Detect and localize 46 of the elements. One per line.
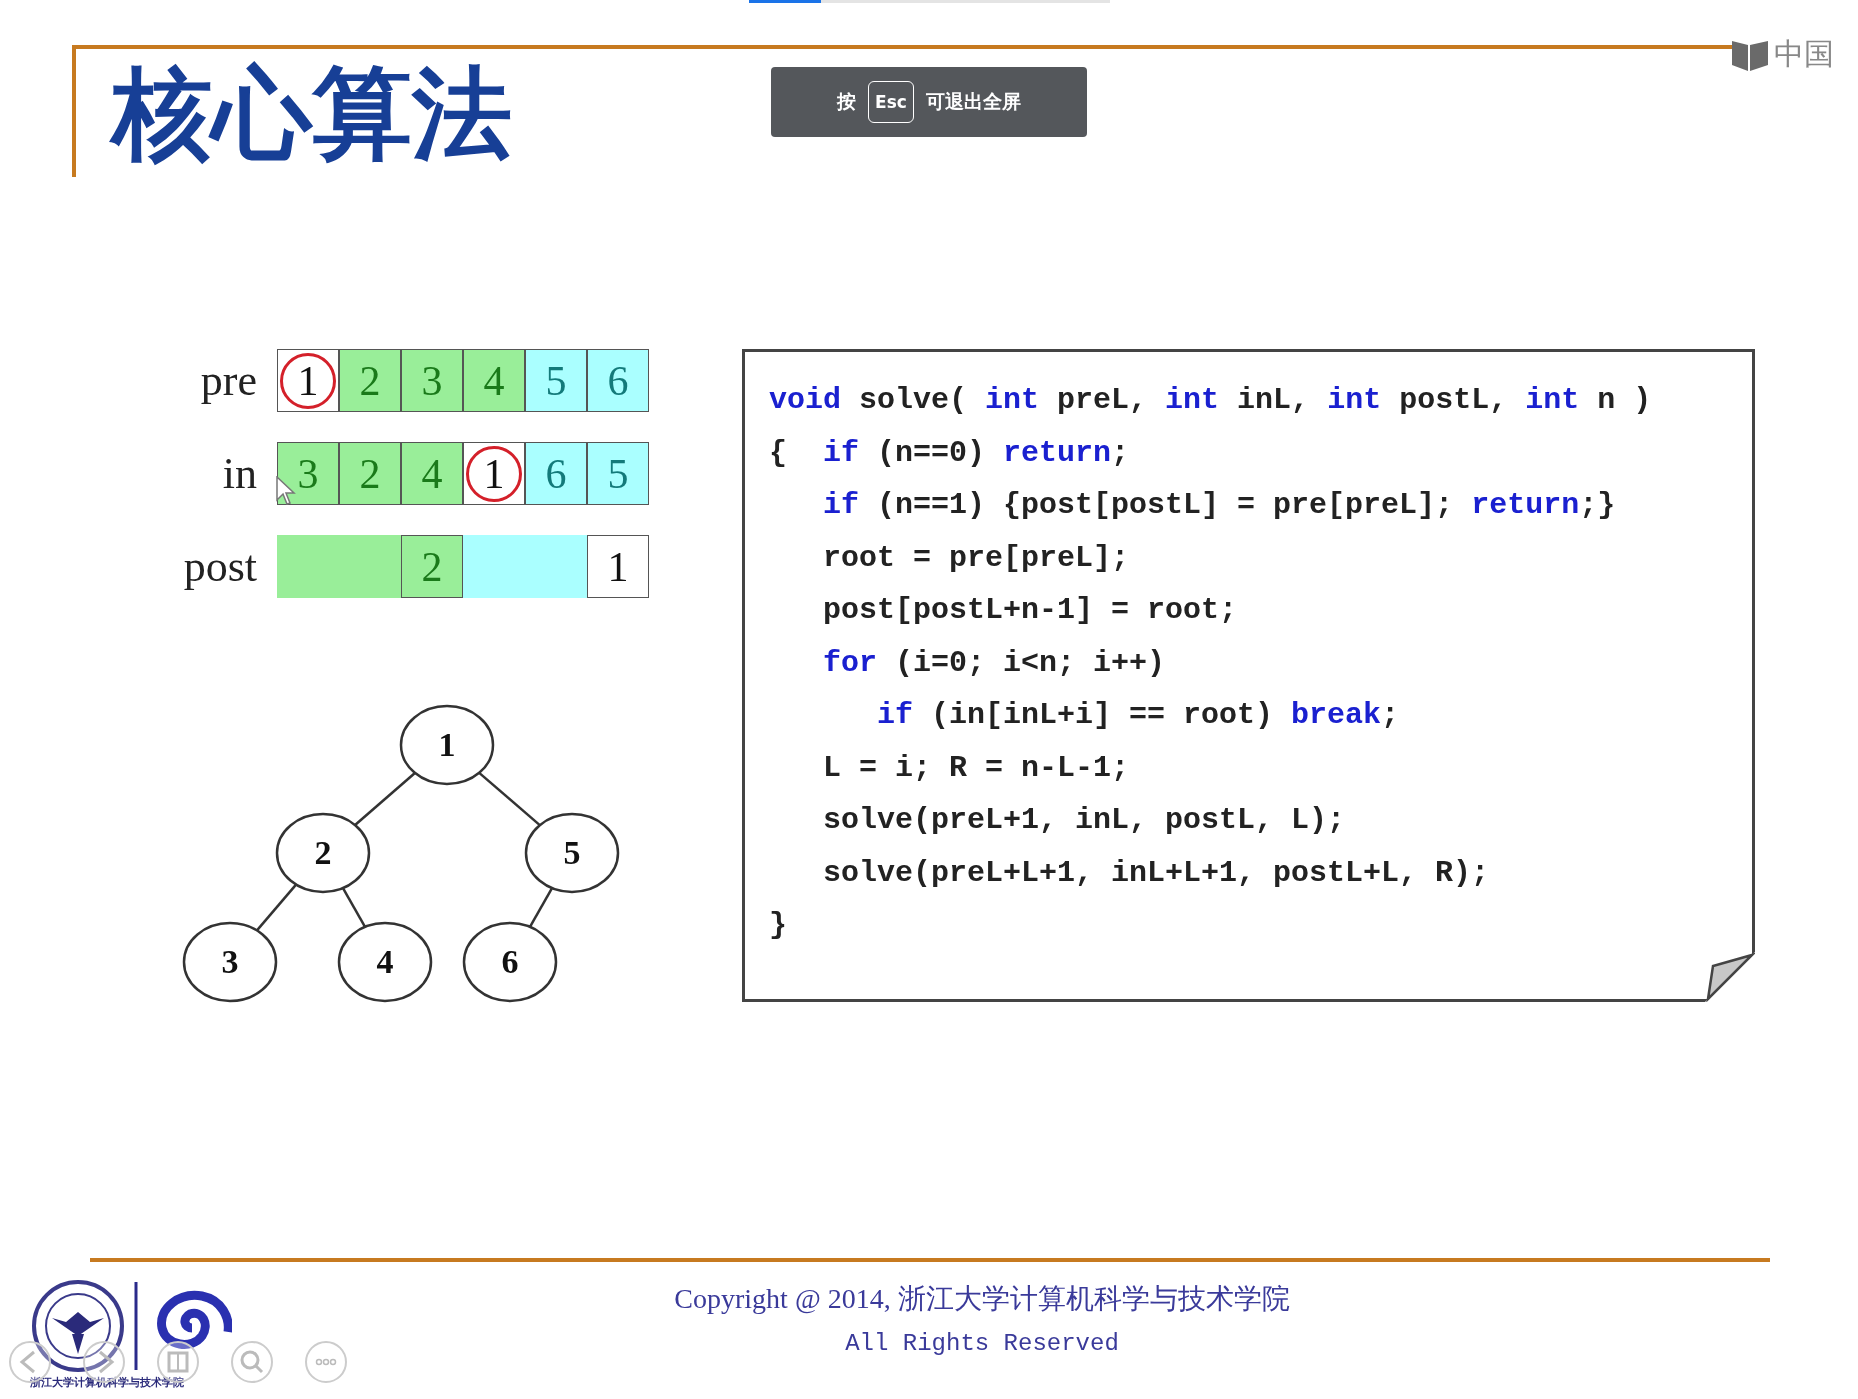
code-line: { if (n==0) return; [769, 434, 1130, 472]
copyright-text: Copyright @ 2014, 浙江大学计算机科学与技术学院 [674, 1282, 1290, 1316]
array-label: in [221, 448, 257, 500]
rights-text: All Rights Reserved [845, 1330, 1119, 1357]
array-cell: 4 [463, 349, 525, 412]
array-cell: 2 [339, 349, 401, 412]
array-cell: 2 [401, 535, 463, 598]
code-line: if (in[inL+i] == root) break; [876, 697, 1400, 734]
tree-node: 5 [524, 812, 620, 894]
array-cell: 3 [401, 349, 463, 412]
code-line: post[postL+n-1] = root; [822, 592, 1238, 629]
hint-text: 按 [837, 89, 857, 114]
logo-text: 中国 [1774, 35, 1834, 73]
code-line: solve(preL+1, inL, postL, L); [822, 802, 1346, 839]
tree-node: 1 [399, 704, 495, 786]
tree-edge [528, 887, 554, 928]
code-line: void solve( int preL, int inL, int postL, int n ) [769, 382, 1652, 419]
array-cell: 6 [587, 349, 649, 412]
code-line: for (i=0; i<n; i++) [822, 644, 1166, 682]
cursor-icon [276, 476, 296, 506]
circled-number: 1 [280, 352, 336, 409]
array-cell: 6 [525, 442, 587, 505]
circled-number: 1 [466, 445, 522, 502]
tree-edge [341, 887, 367, 928]
code-line: if (n==1) {post[postL] = pre[preL]; return;} [822, 487, 1616, 524]
code-line: root = pre[preL]; [822, 539, 1130, 577]
tree-edge [256, 883, 297, 932]
array-cell: 5 [525, 349, 587, 412]
array-label: post [182, 541, 257, 593]
tree-node: 2 [275, 812, 371, 894]
esc-key: Esc [868, 81, 914, 123]
hint-text: 可退出全屏 [925, 89, 1021, 114]
array-cell: 4 [401, 442, 463, 505]
array-cell: 1 [587, 535, 649, 598]
array-cell: 3 [277, 442, 339, 505]
code-line: L = i; R = n-L-1; [822, 749, 1130, 787]
tree-node: 4 [337, 921, 433, 1003]
array-cell: 2 [339, 442, 401, 505]
tree-node: 6 [462, 921, 558, 1003]
tree-node: 3 [182, 921, 278, 1003]
code-line: solve(preL+L+1, inL+L+1, postL+L, R); [822, 854, 1490, 892]
code-line: } [769, 907, 787, 944]
tree-edge [354, 772, 416, 826]
array-cell: 5 [587, 442, 649, 505]
array-label: pre [199, 355, 257, 407]
tree-edge [478, 771, 541, 827]
